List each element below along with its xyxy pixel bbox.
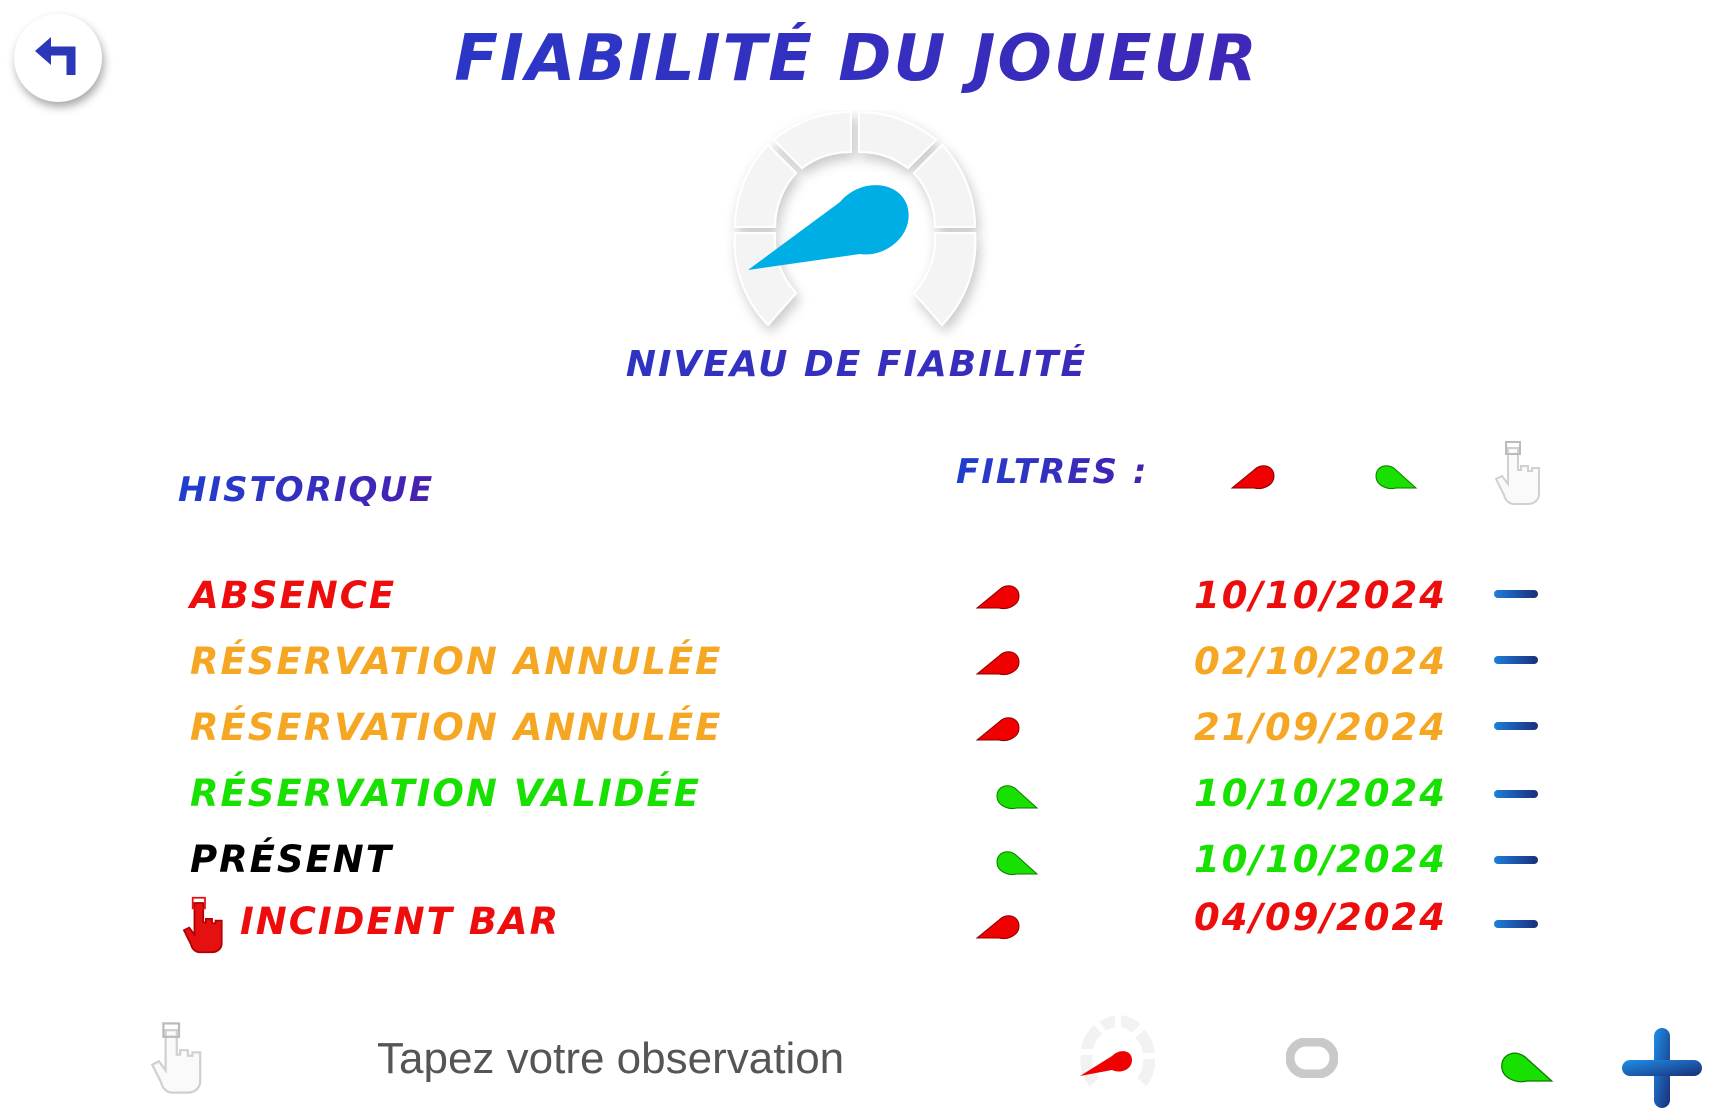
row-date: 21/09/2024	[1194, 706, 1447, 749]
red-needle-icon	[975, 910, 1021, 946]
reliability-gauge-icon	[720, 110, 990, 344]
hand-pointer-icon	[1494, 441, 1546, 510]
red-needle-icon	[1230, 465, 1276, 496]
red-gauge-icon	[1072, 1012, 1164, 1100]
history-row: RÉSERVATION ANNULÉE 21/09/2024	[0, 700, 1713, 762]
observation-input[interactable]	[375, 1028, 999, 1090]
observation-mode-positive[interactable]	[1496, 1046, 1560, 1090]
row-label: RÉSERVATION VALIDÉE	[190, 772, 702, 815]
green-needle-icon	[1374, 465, 1420, 496]
add-observation-button[interactable]	[1620, 1026, 1704, 1114]
hand-pointer-icon	[150, 1022, 208, 1100]
history-row: RÉSERVATION ANNULÉE 02/10/2024	[0, 634, 1713, 696]
green-needle-icon	[1496, 1052, 1560, 1090]
observation-hand-button[interactable]	[150, 1020, 208, 1100]
row-date: 10/10/2024	[1194, 838, 1447, 881]
filter-red-button[interactable]	[1230, 460, 1276, 496]
remove-row-button[interactable]	[1494, 790, 1538, 798]
red-hand-pointer-icon[interactable]	[182, 896, 228, 958]
neutral-zero-icon	[1285, 1037, 1339, 1082]
page-title: FIABILITÉ DU JOUEUR	[0, 22, 1713, 96]
filter-manual-button[interactable]	[1494, 440, 1546, 510]
remove-row-button[interactable]	[1494, 590, 1538, 598]
filter-green-button[interactable]	[1374, 460, 1420, 496]
remove-row-button[interactable]	[1494, 920, 1538, 928]
row-date: 04/09/2024	[1194, 896, 1447, 939]
row-label: PRÉSENT	[190, 838, 394, 881]
history-row: RÉSERVATION VALIDÉE 10/10/2024	[0, 766, 1713, 828]
observation-mode-negative[interactable]	[1072, 1012, 1164, 1100]
remove-row-button[interactable]	[1494, 656, 1538, 664]
filters-label: FILTRES :	[956, 452, 1149, 492]
plus-icon	[1620, 1028, 1704, 1114]
row-label: RÉSERVATION ANNULÉE	[190, 640, 723, 683]
row-label: RÉSERVATION ANNULÉE	[190, 706, 723, 749]
gauge-label: NIVEAU DE FIABILITÉ	[0, 344, 1713, 385]
row-date: 10/10/2024	[1194, 574, 1447, 617]
row-date: 02/10/2024	[1194, 640, 1447, 683]
green-needle-icon	[995, 780, 1041, 816]
row-label: ABSENCE	[190, 574, 397, 617]
red-needle-icon	[975, 712, 1021, 748]
history-row: INCIDENT BAR 04/09/2024	[0, 896, 1713, 962]
red-needle-icon	[975, 580, 1021, 616]
red-needle-icon	[975, 646, 1021, 682]
history-title: HISTORIQUE	[178, 470, 435, 510]
history-row: PRÉSENT 10/10/2024	[0, 832, 1713, 894]
green-needle-icon	[995, 846, 1041, 882]
row-label: INCIDENT BAR	[240, 900, 561, 943]
observation-mode-neutral[interactable]	[1285, 1037, 1339, 1082]
remove-row-button[interactable]	[1494, 856, 1538, 864]
history-row: ABSENCE 10/10/2024	[0, 568, 1713, 630]
row-date: 10/10/2024	[1194, 772, 1447, 815]
remove-row-button[interactable]	[1494, 722, 1538, 730]
